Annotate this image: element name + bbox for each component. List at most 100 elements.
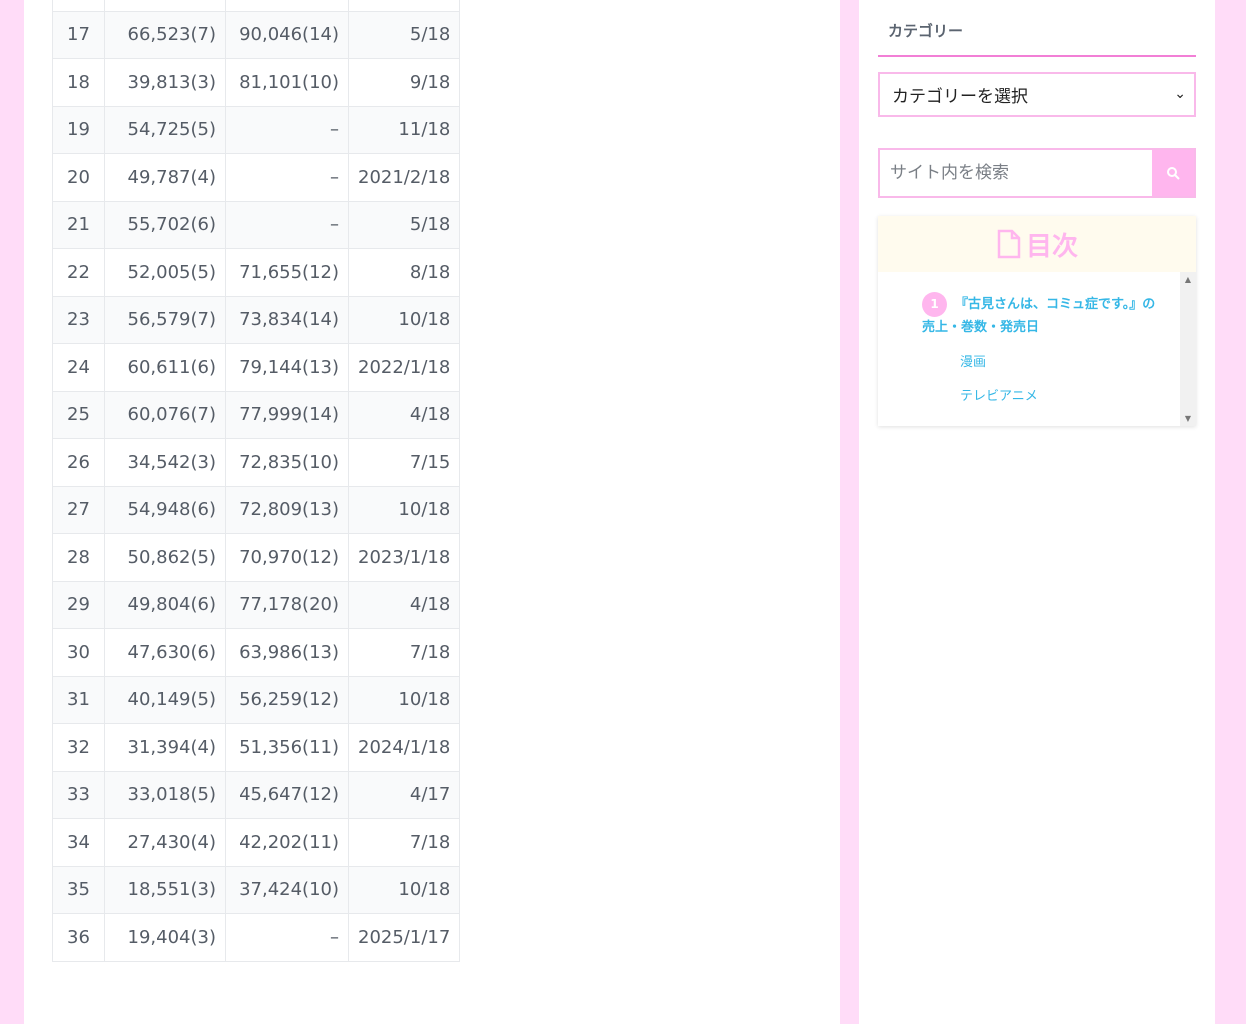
table-row: 22 52,005(5) 71,655(12) 8/18 [52,248,461,297]
total-sales-cell: 72,835(10) [225,438,349,487]
total-sales-cell: 51,356(11) [225,723,349,772]
release-date-cell: 5/18 [347,200,461,249]
volume-cell: 16 [52,0,105,12]
first-week-sales-cell: 55,702(6) [104,200,226,249]
first-week-sales-cell: 60,611(6) [104,343,226,392]
first-week-sales-cell: 19,404(3) [104,913,226,962]
release-date-cell: 2025/1/17 [347,913,461,962]
total-sales-cell: 79,144(13) [225,343,349,392]
table-row: 29 49,804(6) 77,178(20) 4/18 [52,580,461,629]
toc-item-1[interactable]: 1 『古見さんは、コミュ症です。』の売上・巻数・発売日 [922,292,1162,339]
total-sales-cell: 56,259(12) [225,675,349,724]
first-week-sales-cell: 40,149(5) [104,675,226,724]
first-week-sales-cell: 33,018(5) [104,770,226,819]
toc-subitem-manga[interactable]: 漫画 [960,351,986,370]
volume-cell: 20 [52,153,105,202]
volume-cell: 19 [52,105,105,154]
first-week-sales-cell: 49,804(6) [104,580,226,629]
first-week-sales-cell: 49,787(4) [104,153,226,202]
search-icon [1167,167,1180,180]
total-sales-cell: 73,834(14) [225,295,349,344]
table-row: 17 66,523(7) 90,046(14) 5/18 [52,10,461,59]
table-row: 32 31,394(4) 51,356(11) 2024/1/18 [52,723,461,772]
release-date-cell: 2024/1/18 [347,723,461,772]
first-week-sales-cell: 18,551(3) [104,865,226,914]
toc-body: 1 『古見さんは、コミュ症です。』の売上・巻数・発売日 漫画 テレビアニメ ▲ ▼ [878,272,1196,426]
search-form [878,148,1196,198]
release-date-cell: 5/18 [347,10,461,59]
release-date-cell: 2021/2/18 [347,153,461,202]
volume-cell: 25 [52,390,105,439]
table-row: 20 49,787(4) –2021/2/18 [52,153,461,202]
first-week-sales-cell: 60,076(7) [104,390,226,439]
toc-subitem-anime[interactable]: テレビアニメ [960,385,1038,404]
table-row: 34 27,430(4) 42,202(11) 7/18 [52,818,461,867]
first-week-sales-cell: 54,948(6) [104,485,226,534]
release-date-cell: 8/18 [347,248,461,297]
volume-cell: 34 [52,818,105,867]
release-date-cell: 11/18 [347,105,461,154]
toc-title: 目次 [1025,231,1078,262]
table-row: 24 60,611(6) 79,144(13) 2022/1/18 [52,343,461,392]
first-week-sales-cell: 66,523(7) [104,10,226,59]
category-widget-title: カテゴリー [888,22,964,40]
volume-cell: 28 [52,533,105,582]
category-select[interactable]: カテゴリーを選択 ⌄ [878,72,1196,117]
toc-header: 目次 [878,216,1196,272]
volume-cell: 29 [52,580,105,629]
release-date-cell: 10/18 [347,485,461,534]
volume-cell: 26 [52,438,105,487]
sidebar: カテゴリー カテゴリーを選択 ⌄ 目次 1『古見さんは、コミュ症です。』の売上・… [859,0,1215,1024]
table-row: 19 54,725(5) –11/18 [52,105,461,154]
search-input[interactable] [880,150,1154,196]
first-week-sales-cell: 31,394(4) [104,723,226,772]
total-sales-cell: 63,986(13) [225,628,349,677]
table-row: 31 40,149(5) 56,259(12) 10/18 [52,675,461,724]
release-date-cell: 10/18 [347,675,461,724]
sales-table: 161766,523(7)90,046(14)5/181839,813(3)81… [52,0,461,962]
release-date-cell: 9/18 [347,58,461,107]
volume-cell: 33 [52,770,105,819]
total-sales-cell: 77,178(20) [225,580,349,629]
toc-item-number: 1 [922,292,947,317]
table-row: 23 56,579(7) 73,834(14) 10/18 [52,295,461,344]
volume-cell: 17 [52,10,105,59]
toc-item-1-label: 『古見さんは、コミュ症です。』の売上・巻数・発売日 [922,297,1156,335]
scroll-down-arrow-icon[interactable]: ▼ [1180,414,1196,423]
table-of-contents: 目次 1 『古見さんは、コミュ症です。』の売上・巻数・発売日 漫画 テレビアニメ … [878,216,1196,426]
release-date-cell: 2023/1/18 [347,533,461,582]
first-week-sales-cell: 54,725(5) [104,105,226,154]
widget-title-underline [878,55,1196,57]
release-date-cell: 2022/1/18 [347,343,461,392]
first-week-sales-cell: 56,579(7) [104,295,226,344]
release-date-cell: 10/18 [347,865,461,914]
release-date-cell: 4/18 [347,580,461,629]
volume-cell: 18 [52,58,105,107]
table-row: 28 50,862(5) 70,970(12) 2023/1/18 [52,533,461,582]
volume-cell: 35 [52,865,105,914]
first-week-sales-cell: 50,862(5) [104,533,226,582]
volume-cell: 24 [52,343,105,392]
first-week-sales-cell: 39,813(3) [104,58,226,107]
first-week-sales-cell: 52,005(5) [104,248,226,297]
release-date-cell [347,0,461,12]
release-date-cell: 4/17 [347,770,461,819]
search-button[interactable] [1152,150,1194,196]
table-row: 16 [52,0,461,12]
release-date-cell: 10/18 [347,295,461,344]
total-sales-cell: 77,999(14) [225,390,349,439]
volume-cell: 32 [52,723,105,772]
category-select-value: カテゴリーを選択 [892,87,1028,107]
table-row: 35 18,551(3) 37,424(10) 10/18 [52,865,461,914]
total-sales-cell: 71,655(12) [225,248,349,297]
main-content: 161766,523(7)90,046(14)5/181839,813(3)81… [24,0,840,1024]
volume-cell: 22 [52,248,105,297]
total-sales-cell: – [225,153,349,202]
total-sales-cell: 42,202(11) [225,818,349,867]
release-date-cell: 7/18 [347,628,461,677]
first-week-sales-cell: 34,542(3) [104,438,226,487]
scroll-up-arrow-icon[interactable]: ▲ [1180,275,1196,284]
toc-scrollbar[interactable]: ▲ ▼ [1180,272,1196,426]
total-sales-cell: 81,101(10) [225,58,349,107]
table-row: 33 33,018(5) 45,647(12) 4/17 [52,770,461,819]
